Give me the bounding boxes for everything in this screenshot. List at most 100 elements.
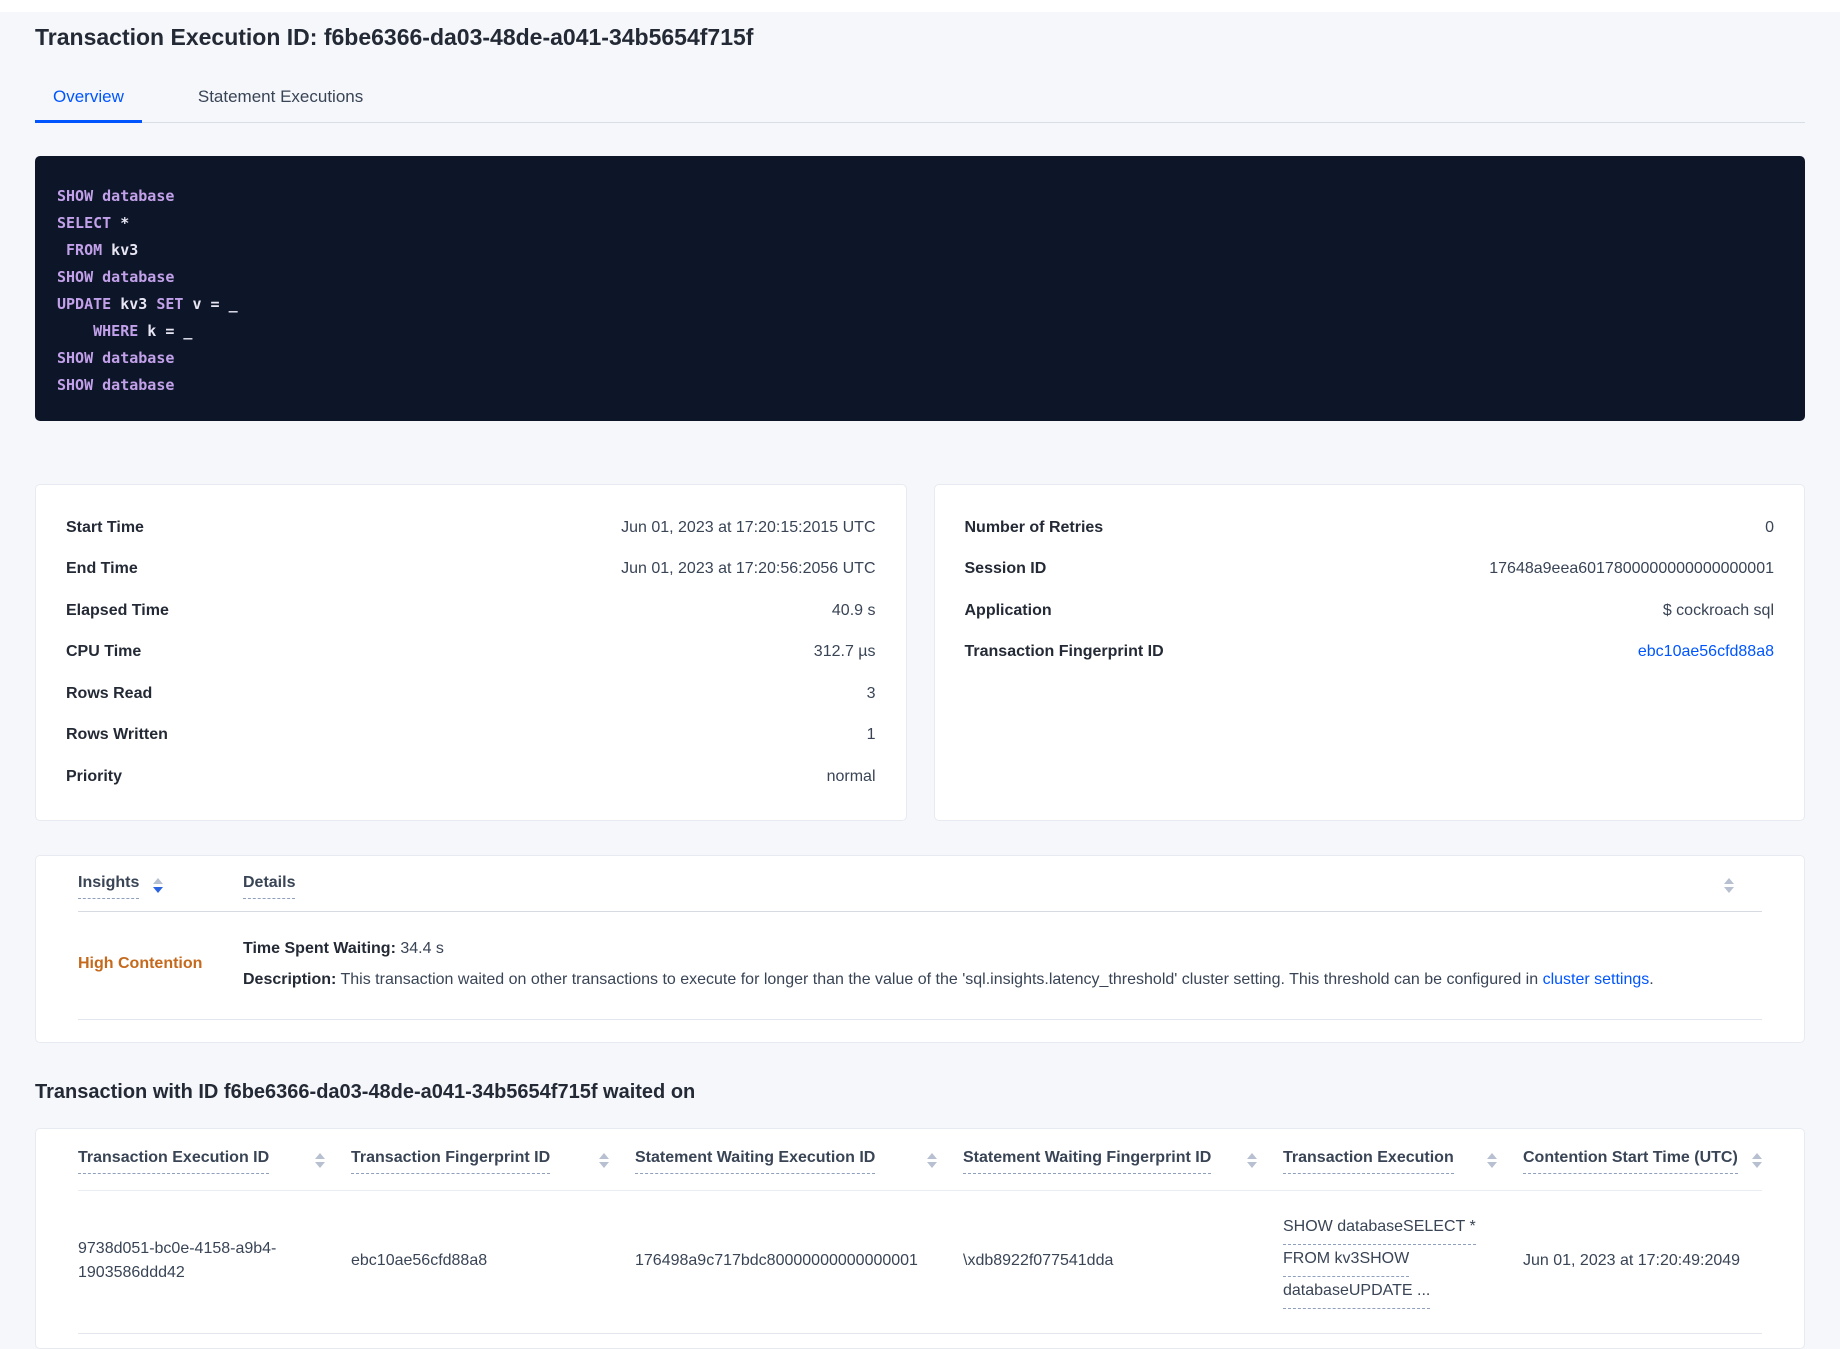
waited-on-section-title: Transaction with ID f6be6366-da03-48de-a…	[35, 1080, 696, 1103]
sort-icon[interactable]	[315, 1152, 325, 1168]
info-row-cpu-time: CPU Time 312.7 µs	[66, 632, 876, 674]
info-row-session-id: Session ID 17648a9eea6017800000000000000…	[965, 549, 1775, 591]
sort-down-arrow-icon	[1752, 1161, 1762, 1168]
session-summary-card: Number of Retries 0 Session ID 17648a9ee…	[933, 484, 1805, 821]
info-value: 17648a9eea6017800000000000000001	[1489, 560, 1774, 578]
waited-on-table-row: 9738d051-bc0e-4158-a9b4-1903586ddd42 ebc…	[78, 1191, 1762, 1334]
sort-up-arrow-icon	[1247, 1152, 1257, 1159]
tab-statement-executions[interactable]: Statement Executions	[180, 77, 381, 123]
column-header-transaction-execution-id[interactable]: Transaction Execution ID	[78, 1149, 351, 1174]
info-value: $ cockroach sql	[1662, 601, 1774, 619]
sort-down-arrow-icon	[599, 1161, 609, 1168]
sort-up-arrow-icon	[599, 1152, 609, 1159]
info-value: 0	[1765, 518, 1774, 536]
info-value: 3	[866, 684, 876, 702]
sql-keyword-token: SHOW database	[57, 187, 175, 205]
sql-keyword-token: SHOW database	[57, 349, 175, 367]
sort-up-arrow-icon	[1724, 877, 1734, 884]
sort-icon[interactable]	[153, 877, 164, 893]
cell-contention-start-time: Jun 01, 2023 at 17:20:49:2049	[1523, 1251, 1741, 1269]
info-label: Elapsed Time	[66, 601, 169, 619]
header-label[interactable]: Contention Start Time (UTC)	[1523, 1149, 1738, 1174]
waited-on-table-card: Transaction Execution ID Transaction Fin…	[35, 1127, 1805, 1349]
cell-statement-waiting-execution-id: 176498a9c717bdc80000000000000001	[635, 1251, 918, 1269]
header-label[interactable]: Transaction Execution	[1283, 1149, 1454, 1174]
insight-row: High Contention Time Spent Waiting: 34.4…	[78, 912, 1762, 1020]
info-value: 1	[866, 726, 876, 744]
sql-text-token: *	[111, 214, 130, 232]
info-label: CPU Time	[66, 643, 142, 661]
transaction-execution-link[interactable]: FROM kv3SHOW	[1283, 1245, 1410, 1277]
sql-keyword-token: SHOW database	[57, 376, 175, 394]
header-label[interactable]: Statement Waiting Execution ID	[635, 1149, 876, 1174]
sort-icon[interactable]	[1752, 1152, 1762, 1168]
info-label: Session ID	[964, 560, 1047, 578]
header-label[interactable]: Transaction Execution ID	[78, 1149, 270, 1174]
waiting-value: 34.4 s	[395, 939, 444, 957]
info-label: Application	[964, 601, 1052, 619]
column-header-statement-waiting-fingerprint-id[interactable]: Statement Waiting Fingerprint ID	[963, 1149, 1283, 1174]
sort-up-arrow-icon	[1487, 1152, 1497, 1159]
cell-transaction-fingerprint-id: ebc10ae56cfd88a8	[351, 1251, 488, 1269]
cell-transaction-execution-id: 9738d051-bc0e-4158-a9b4-1903586ddd42	[78, 1239, 277, 1281]
sql-text-token: kv3	[102, 241, 139, 259]
sql-line: SHOW database	[57, 372, 1781, 399]
insights-header-label[interactable]: Insights	[78, 874, 140, 899]
waiting-label: Time Spent Waiting:	[243, 939, 396, 957]
info-row-elapsed-time: Elapsed Time 40.9 s	[66, 590, 876, 632]
sql-text-token: kv3	[111, 295, 157, 313]
transaction-execution-link[interactable]: databaseUPDATE ...	[1283, 1277, 1431, 1309]
info-row-start-time: Start Time Jun 01, 2023 at 17:20:15:2015…	[66, 507, 876, 549]
page-title: Transaction Execution ID: f6be6366-da03-…	[35, 24, 754, 50]
insights-column-header[interactable]: Insights	[78, 874, 243, 899]
info-row-priority: Priority normal	[66, 756, 876, 798]
sql-keyword-token: SELECT	[57, 214, 112, 232]
top-strip	[0, 0, 1840, 12]
summary-cards: Start Time Jun 01, 2023 at 17:20:15:2015…	[35, 484, 1805, 821]
insights-table-card: Insights Details High Contention Time Sp…	[35, 854, 1805, 1043]
info-label: Rows Read	[66, 684, 153, 702]
sort-down-arrow-icon	[1247, 1161, 1257, 1168]
info-label: Priority	[66, 767, 123, 785]
sql-line: SELECT *	[57, 210, 1781, 237]
header-label[interactable]: Statement Waiting Fingerprint ID	[963, 1149, 1212, 1174]
column-header-transaction-execution[interactable]: Transaction Execution	[1283, 1149, 1523, 1174]
execution-summary-card: Start Time Jun 01, 2023 at 17:20:15:2015…	[35, 484, 907, 821]
tab-overview[interactable]: Overview	[35, 77, 142, 123]
sort-up-arrow-icon	[927, 1152, 937, 1159]
description-text: This transaction waited on other transac…	[336, 970, 1543, 988]
sql-text-token: k = _	[138, 322, 193, 340]
sql-text-token	[57, 322, 93, 340]
sort-icon[interactable]	[1247, 1152, 1257, 1168]
insights-table-header: Insights Details	[78, 874, 1762, 899]
description-line: Description: This transaction waited on …	[243, 967, 1762, 993]
description-suffix: .	[1649, 970, 1654, 988]
details-header-label[interactable]: Details	[243, 874, 296, 899]
cell-transaction-execution: SHOW databaseSELECT * FROM kv3SHOW datab…	[1283, 1213, 1523, 1309]
info-row-rows-read: Rows Read 3	[66, 673, 876, 715]
info-row-end-time: End Time Jun 01, 2023 at 17:20:56:2056 U…	[66, 549, 876, 591]
transaction-fingerprint-link[interactable]: ebc10ae56cfd88a8	[1638, 643, 1774, 661]
sql-keyword-token: UPDATE	[57, 295, 112, 313]
sort-down-arrow-icon	[153, 886, 164, 893]
sort-icon[interactable]	[927, 1152, 937, 1168]
info-label: Rows Written	[66, 726, 168, 744]
time-spent-waiting-line: Time Spent Waiting: 34.4 s	[243, 936, 1762, 962]
transaction-execution-link[interactable]: SHOW databaseSELECT *	[1283, 1213, 1476, 1245]
sort-icon[interactable]	[599, 1152, 609, 1168]
info-row-application: Application $ cockroach sql	[965, 590, 1775, 632]
sort-icon[interactable]	[1724, 877, 1734, 893]
sql-line: SHOW database	[57, 345, 1781, 372]
info-row-rows-written: Rows Written 1	[66, 715, 876, 757]
insight-details: Time Spent Waiting: 34.4 s Description: …	[243, 936, 1762, 993]
info-value: normal	[826, 767, 876, 785]
column-header-statement-waiting-execution-id[interactable]: Statement Waiting Execution ID	[635, 1149, 963, 1174]
sql-line: SHOW database	[57, 183, 1781, 210]
column-header-contention-start-time[interactable]: Contention Start Time (UTC)	[1523, 1149, 1762, 1174]
sort-down-arrow-icon	[315, 1161, 325, 1168]
sort-icon[interactable]	[1487, 1152, 1497, 1168]
header-label[interactable]: Transaction Fingerprint ID	[351, 1149, 551, 1174]
column-header-transaction-fingerprint-id[interactable]: Transaction Fingerprint ID	[351, 1149, 635, 1174]
sql-line: WHERE k = _	[57, 318, 1781, 345]
cluster-settings-link[interactable]: cluster settings	[1543, 971, 1650, 988]
